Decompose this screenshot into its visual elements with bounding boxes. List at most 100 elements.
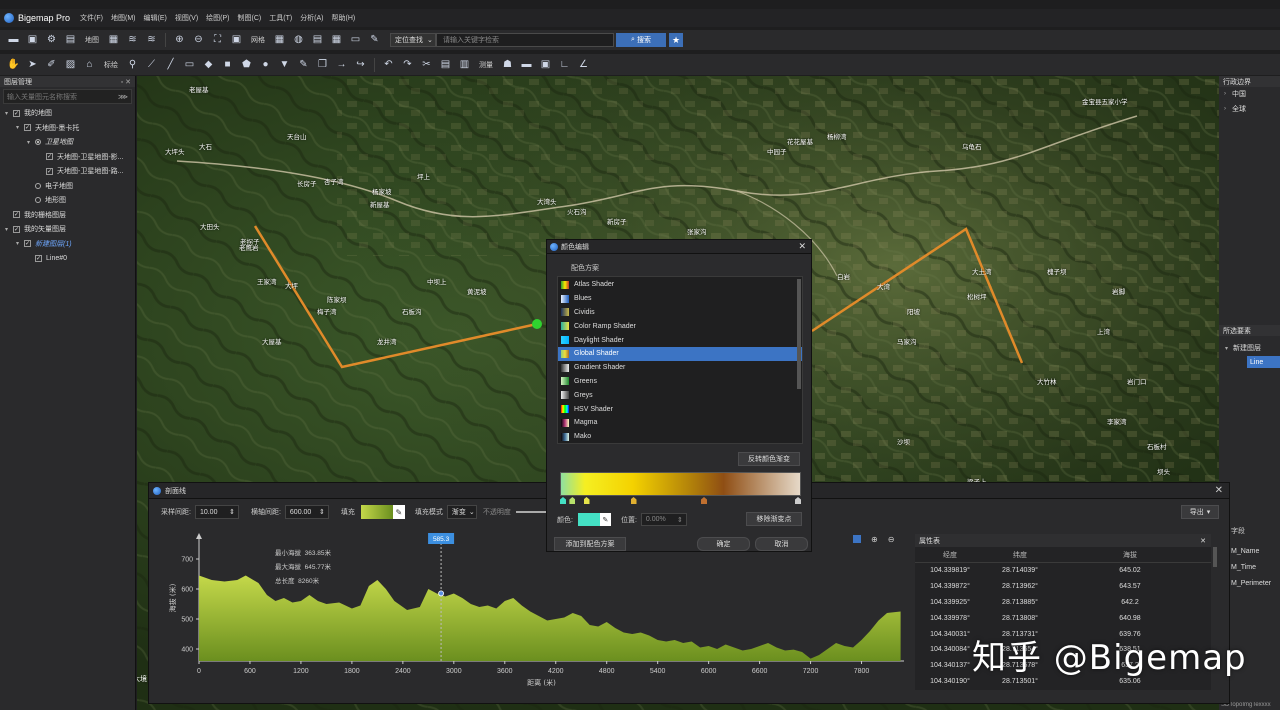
zoom-out-icon[interactable]: ⊖ — [888, 535, 895, 544]
save-icon[interactable]: ▣ — [26, 34, 39, 47]
shader-item[interactable]: Atlas Shader — [558, 278, 802, 292]
layer-checkbox[interactable]: ✓ — [13, 109, 20, 117]
menu-item[interactable]: 帮助(H) — [332, 13, 356, 23]
collapse-icon[interactable]: ⋙ — [118, 93, 128, 101]
search-button[interactable]: ⌕ 搜索 — [616, 33, 666, 47]
redo-icon[interactable]: ↷ — [401, 58, 414, 71]
remove-stop-button[interactable]: 移除渐变点 — [746, 512, 802, 526]
layer-filter-input[interactable]: 输入关量图元名称搜索 ⋙ — [3, 89, 132, 104]
elevation-profile-chart[interactable]: 0 600 1200 1800 2400 3000 3600 4200 4800 5400 6000… — [161, 531, 913, 691]
layer-tree-item[interactable]: ✓ 天地图-卫星地图-路... — [0, 164, 135, 179]
layer-icon[interactable]: ≋ — [126, 34, 139, 47]
layer-radio[interactable] — [35, 139, 41, 146]
gradient-stop-handle[interactable] — [701, 497, 707, 504]
chevron-down-icon[interactable]: ▾ — [5, 226, 13, 233]
shader-item[interactable]: Cividis — [558, 306, 802, 320]
scrollbar-thumb[interactable] — [797, 279, 801, 389]
polyline-icon[interactable]: ⟋ — [145, 58, 158, 71]
pin-icon[interactable]: ⚲ — [126, 58, 139, 71]
layer-tree-item[interactable]: 电子地图 — [0, 179, 135, 194]
shader-item[interactable]: Color Ramp Shader — [558, 319, 802, 333]
zoom-extent-icon[interactable]: ⛶ — [211, 34, 224, 47]
shader-list[interactable]: Atlas Shader Blues Cividis Color Ramp Shade… — [557, 276, 803, 444]
shader-item[interactable]: HSV Shader — [558, 402, 802, 416]
hgrid-interval-input[interactable]: 600.00 ⇕ — [284, 505, 329, 519]
table-row[interactable]: 104.339925° 28.713885° 642.2 — [915, 595, 1211, 611]
layer-tree-item[interactable]: ▾ 卫星地图 — [0, 135, 135, 150]
curve-icon[interactable]: ↪ — [354, 58, 367, 71]
angle-measure-icon[interactable]: ∠ — [577, 58, 590, 71]
chevron-down-icon[interactable]: ▾ — [16, 240, 24, 247]
scissors-icon[interactable]: ✂ — [420, 58, 433, 71]
picture-icon[interactable]: ▨ — [64, 58, 77, 71]
shader-item[interactable]: Greys — [558, 388, 802, 402]
square-icon[interactable]: ■ — [221, 58, 234, 71]
gradient-stop-handle[interactable] — [630, 497, 637, 504]
arrow-right-icon[interactable]: → — [335, 58, 348, 71]
grid-table-icon[interactable]: ▤ — [311, 34, 324, 47]
zoom-in-icon[interactable]: ⊕ — [173, 34, 186, 47]
gradient-stop-handle[interactable] — [583, 497, 590, 504]
favorite-button[interactable]: ★ — [669, 33, 683, 47]
eyedropper-icon[interactable]: ✎ — [599, 513, 611, 526]
profile-marker-dot[interactable] — [532, 319, 542, 329]
edit-icon[interactable]: ✐ — [45, 58, 58, 71]
layer-tree-item[interactable]: ✓ 我的栅格图层 — [0, 208, 135, 223]
menu-item[interactable]: 分析(A) — [300, 13, 323, 23]
grid-2-icon[interactable]: ▦ — [330, 34, 343, 47]
shader-item[interactable]: Greens — [558, 375, 802, 389]
admin-item-china[interactable]: › 中国 — [1219, 87, 1280, 102]
rectangle-icon[interactable]: ▭ — [183, 58, 196, 71]
folder-icon[interactable]: ▭ — [349, 34, 362, 47]
ruler-icon[interactable]: ▬ — [520, 58, 533, 71]
pointer-icon[interactable]: ➤ — [26, 58, 39, 71]
clipboard-icon[interactable]: ▤ — [439, 58, 452, 71]
gradient-stop-handle[interactable] — [795, 497, 801, 504]
home-icon[interactable]: ⌂ — [83, 58, 96, 71]
copy-icon[interactable]: ❐ — [316, 58, 329, 71]
layer-checkbox[interactable]: ✓ — [24, 240, 31, 248]
fill-color-swatch[interactable] — [360, 505, 393, 519]
color-swatch[interactable] — [577, 513, 600, 526]
chevron-down-icon[interactable]: ▾ — [16, 124, 24, 131]
gradient-stop-handle[interactable] — [560, 497, 566, 504]
shader-item[interactable]: Daylight Shader — [558, 333, 802, 347]
table-row[interactable]: 104.339819° 28.714039° 645.02 — [915, 563, 1211, 579]
layer-checkbox[interactable]: ✓ — [46, 153, 53, 161]
panel-controls-icon[interactable]: ▫ ✕ — [121, 78, 131, 86]
undo-icon[interactable]: ↶ — [382, 58, 395, 71]
table-row[interactable]: 104.339978° 28.713808° 640.98 — [915, 610, 1211, 626]
map-source-icon[interactable]: ▦ — [107, 34, 120, 47]
area-icon[interactable]: ▣ — [539, 58, 552, 71]
angle-icon[interactable]: ∟ — [558, 58, 571, 71]
field-name[interactable]: M_Name — [1231, 544, 1271, 560]
paste-icon[interactable]: ▥ — [458, 58, 471, 71]
zoom-out-icon[interactable]: ⊖ — [192, 34, 205, 47]
pen-icon[interactable]: ✎ — [297, 58, 310, 71]
menu-item[interactable]: 视图(V) — [175, 13, 198, 23]
menu-item[interactable]: 地图(M) — [111, 13, 136, 23]
hand-pan-icon[interactable]: ✋ — [7, 58, 20, 71]
field-name[interactable]: M_Perimeter — [1231, 576, 1271, 592]
layer-checkbox[interactable]: ✓ — [24, 124, 31, 132]
layer-tree-item[interactable]: ✓ Line#0 — [0, 251, 135, 266]
gradient-stop-handle[interactable] — [569, 497, 576, 504]
scrollbar-thumb[interactable] — [1213, 547, 1217, 567]
position-input[interactable]: 0.00% ⇕ — [640, 513, 687, 526]
layer-checkbox[interactable]: ✓ — [13, 211, 20, 219]
field-name[interactable]: M_Time — [1231, 560, 1271, 576]
menu-item[interactable]: 编辑(E) — [143, 13, 166, 23]
close-icon[interactable]: ✕ — [1215, 485, 1223, 496]
eyedropper-icon[interactable]: ✎ — [392, 505, 405, 519]
menu-item[interactable]: 文件(F) — [80, 13, 103, 23]
search-input[interactable]: 请输入关键字检索 — [436, 33, 614, 47]
select-icon[interactable] — [853, 535, 861, 543]
shader-item[interactable]: Global Shader — [558, 346, 802, 361]
eraser-icon[interactable]: ◆ — [202, 58, 215, 71]
chevron-down-icon[interactable]: ▾ — [5, 110, 13, 117]
globe-icon[interactable]: ◍ — [292, 34, 305, 47]
export-button[interactable]: 导出 ▾ — [1181, 505, 1219, 519]
layer-tree-item[interactable]: ▾ ✓ 新建图层(1) — [0, 237, 135, 252]
layer-checkbox[interactable]: ✓ — [35, 254, 42, 262]
full-extent-icon[interactable]: ▣ — [230, 34, 243, 47]
